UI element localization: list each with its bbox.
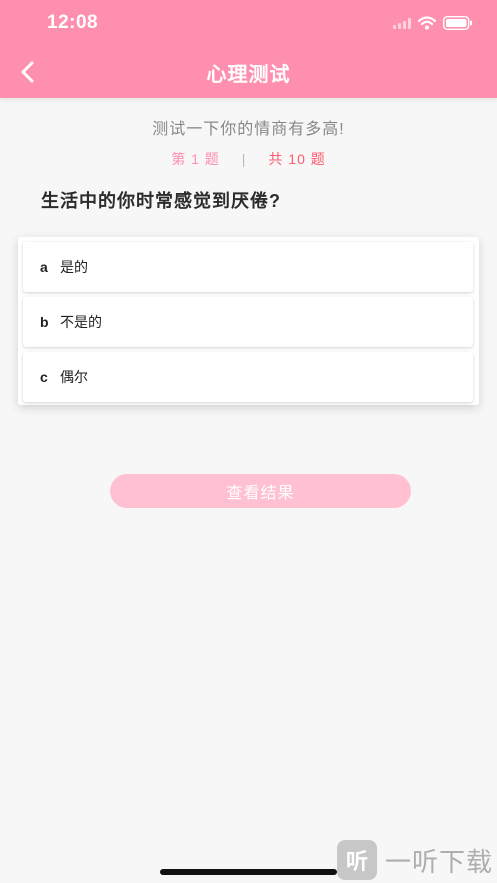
option-key: c — [40, 369, 48, 385]
option-text: 是的 — [60, 259, 88, 275]
status-icons — [393, 14, 473, 32]
options-card: a 是的 b 不是的 c 偶尔 — [18, 237, 479, 405]
app-header: 12:08 心理测试 — [0, 0, 497, 98]
view-result-button[interactable]: 查看结果 — [110, 474, 411, 508]
current-question-label: 第 1 题 — [171, 151, 220, 167]
status-time: 12:08 — [47, 12, 99, 33]
wifi-icon — [418, 16, 436, 30]
watermark-logo: 听 — [337, 840, 377, 880]
signal-icon — [393, 17, 411, 29]
option-key: b — [40, 314, 49, 330]
option-text: 不是的 — [60, 314, 102, 330]
watermark-text: 一听下载 — [385, 846, 494, 877]
battery-icon — [443, 16, 473, 30]
total-questions-label: 共 10 题 — [268, 151, 326, 167]
progress-separator: | — [241, 151, 247, 167]
question-text: 生活中的你时常感觉到厌倦? — [41, 191, 281, 211]
quiz-subtitle: 测试一下你的情商有多高! — [152, 121, 345, 138]
option-a[interactable]: a 是的 — [23, 242, 473, 292]
option-key: a — [40, 259, 48, 275]
option-b[interactable]: b 不是的 — [23, 297, 473, 347]
option-text: 偶尔 — [60, 369, 88, 385]
watermark: 听 一听下载 — [337, 840, 493, 880]
home-indicator[interactable] — [160, 869, 337, 875]
page-title: 心理测试 — [206, 64, 291, 86]
question-progress: 第 1 题 | 共 10 题 — [0, 149, 497, 169]
option-c[interactable]: c 偶尔 — [23, 352, 473, 402]
